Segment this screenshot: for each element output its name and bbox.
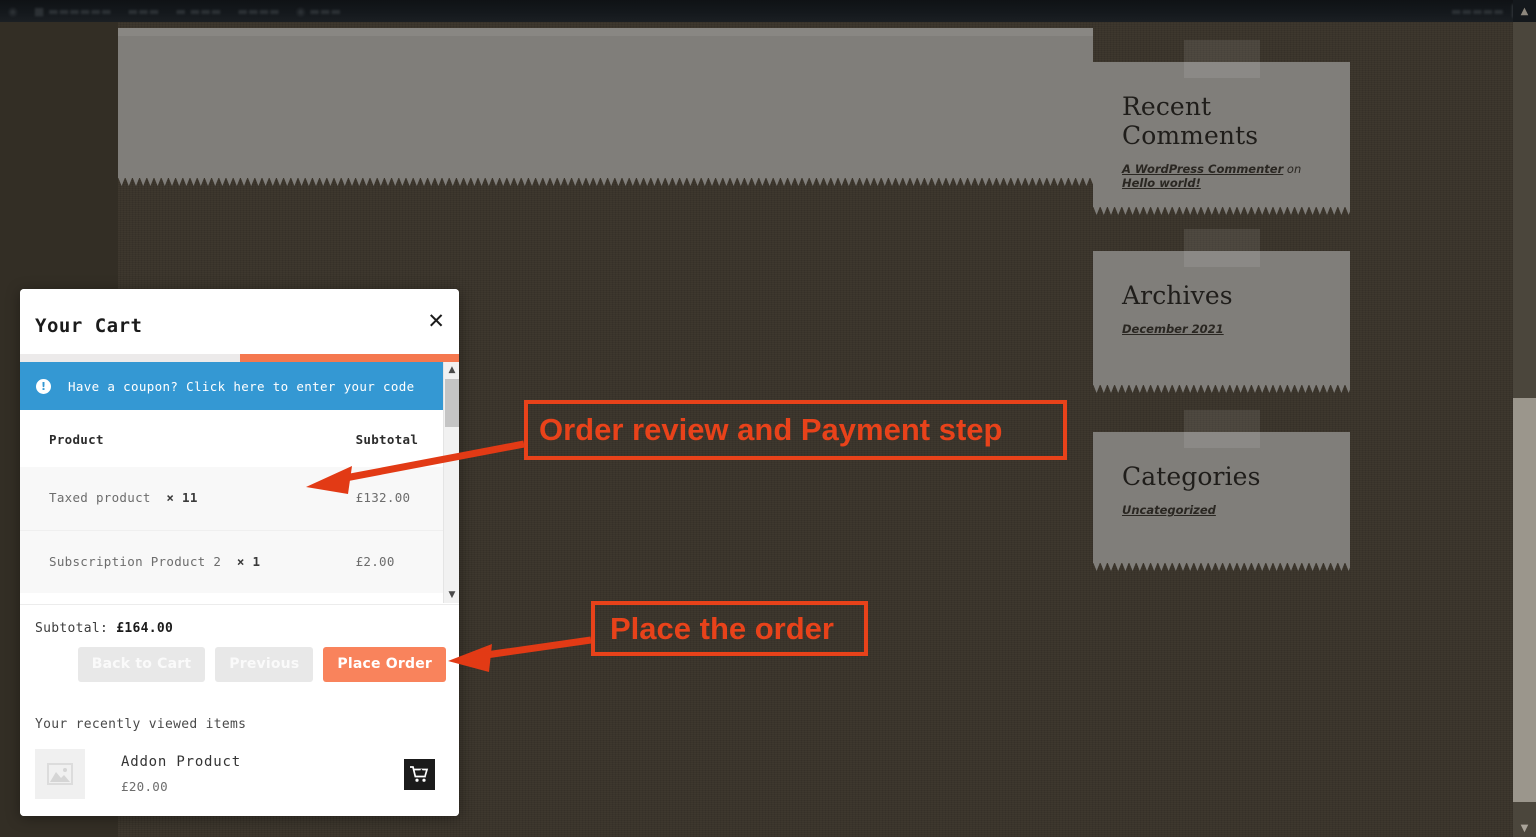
page-scrollbar[interactable]: ▲ ▼	[1513, 0, 1536, 837]
scrollbar-up-arrow-icon[interactable]: ▲	[444, 362, 459, 378]
cart-title: Your Cart	[35, 315, 143, 337]
column-header-product: Product	[49, 432, 104, 447]
cart-subtotal-label: Subtotal:	[35, 621, 109, 636]
product-quantity: × 1	[236, 553, 261, 569]
placeholder-image-icon	[35, 749, 85, 799]
cart-footer: Subtotal: £164.00 Back to Cart Previous …	[20, 604, 459, 816]
comment-connector: on	[1283, 162, 1302, 176]
annotation-box-place-order: Place the order	[591, 601, 868, 656]
cell-product-subtotal: £132.00	[355, 490, 411, 505]
sidebar-widget-archives: Archives December 2021	[1093, 229, 1350, 393]
widget-zigzag-edge	[1093, 384, 1350, 393]
widget-body-archives: December 2021	[1093, 310, 1350, 336]
product-name[interactable]: Addon Product	[121, 754, 404, 770]
previous-button[interactable]: Previous	[215, 647, 314, 682]
widget-body-recent-comments: A WordPress Commenter on Hello world!	[1093, 150, 1350, 191]
scrollbar-down-arrow-icon[interactable]: ▼	[444, 587, 459, 603]
table-row: Subscription Product 2 × 1 £2.00	[20, 530, 443, 593]
list-item: Addon Product £20.00	[35, 743, 445, 805]
cart-review-table: Product Subtotal Taxed product × 11 £132…	[20, 410, 443, 593]
page-scrollbar-down-arrow-icon[interactable]: ▼	[1513, 819, 1536, 837]
sidebar-widget-recent-comments: Recent Comments A WordPress Commenter on…	[1093, 40, 1350, 215]
widget-title-archives: Archives	[1122, 281, 1233, 310]
cart-side-panel: Your Cart ✕ ! Have a coupon? Click here …	[20, 289, 459, 816]
content-block-sheen	[118, 28, 1093, 36]
place-order-button[interactable]: Place Order	[323, 647, 446, 682]
checkout-progress-bar	[20, 354, 459, 362]
product-name-text: Subscription Product 2	[49, 553, 222, 569]
coupon-notice[interactable]: ! Have a coupon? Click here to enter you…	[20, 362, 443, 410]
admin-bar-logo-icon[interactable]: ◉	[0, 5, 26, 18]
comment-author-link[interactable]: A WordPress Commenter	[1122, 162, 1283, 176]
widget-zigzag-edge	[1093, 206, 1350, 215]
cell-product-name: Taxed product × 11	[20, 467, 356, 530]
add-to-cart-icon[interactable]	[404, 758, 435, 790]
product-name-text: Taxed product	[49, 490, 151, 505]
annotation-box-order-review: Order review and Payment step	[524, 400, 1067, 460]
annotation-label: Place the order	[610, 610, 834, 646]
cart-action-buttons: Back to Cart Previous Place Order	[77, 647, 446, 682]
recently-viewed-item-info: Addon Product £20.00	[121, 754, 404, 794]
widget-zigzag-edge	[1093, 562, 1350, 571]
page-scrollbar-up-arrow-icon[interactable]: ▲	[1513, 2, 1536, 20]
back-to-cart-button[interactable]: Back to Cart	[77, 647, 206, 682]
widget-body-categories: Uncategorized	[1093, 491, 1350, 517]
product-quantity: × 11	[166, 490, 198, 505]
placeholder-image-glyph	[47, 763, 73, 785]
admin-bar-new[interactable]: ▬ ▬▬▬	[167, 5, 229, 18]
checkout-progress-fill	[239, 354, 459, 362]
close-icon[interactable]: ✕	[427, 311, 445, 332]
admin-bar-item-extra-2[interactable]: ◉ ▬▬▬	[288, 5, 349, 18]
admin-bar-item-extra-1[interactable]: ▬▬▬▬	[230, 5, 288, 18]
table-header-row: Product Subtotal	[20, 410, 443, 467]
content-block-zigzag-edge	[118, 177, 1093, 186]
column-header-subtotal: Subtotal	[355, 432, 419, 447]
cell-product-subtotal: £2.00	[355, 553, 395, 569]
info-icon: !	[36, 378, 51, 394]
cart-subtotal: Subtotal: £164.00	[20, 605, 459, 636]
widget-title-categories: Categories	[1122, 462, 1261, 491]
coupon-notice-text[interactable]: Have a coupon? Click here to enter your …	[68, 379, 415, 394]
recently-viewed-title: Your recently viewed items	[35, 717, 247, 732]
page-content-block	[118, 28, 1093, 186]
sidebar-widget-categories: Categories Uncategorized	[1093, 410, 1350, 571]
page-scrollbar-thumb[interactable]	[1513, 398, 1536, 802]
wordpress-admin-bar[interactable]: ◉ ■ ▬▬▬▬▬▬ ▬▬▬ ▬ ▬▬▬ ▬▬▬▬ ◉ ▬▬▬ ▬▬▬▬▬	[0, 0, 1536, 22]
cart-scroll-area: ! Have a coupon? Click here to enter you…	[20, 362, 459, 603]
cart-scrollbar[interactable]: ▲ ▼	[443, 362, 459, 603]
admin-bar-comments[interactable]: ▬▬▬	[120, 5, 168, 18]
admin-bar-site-name[interactable]: ■ ▬▬▬▬▬▬	[26, 5, 120, 18]
annotation-label: Order review and Payment step	[539, 412, 1003, 447]
cart-header: Your Cart ✕	[20, 289, 459, 353]
category-link-uncategorized[interactable]: Uncategorized	[1122, 503, 1216, 517]
scrollbar-thumb[interactable]	[445, 379, 459, 427]
product-price: £20.00	[121, 779, 168, 794]
archive-link-december-2021[interactable]: December 2021	[1122, 322, 1224, 336]
widget-title-recent-comments: Recent Comments	[1122, 92, 1259, 150]
comment-post-link[interactable]: Hello world!	[1122, 176, 1201, 190]
admin-bar-search[interactable]: ▬▬▬▬▬	[1443, 5, 1512, 18]
cart-subtotal-value: £164.00	[116, 621, 174, 636]
table-row: Taxed product × 11 £132.00	[20, 467, 443, 530]
cell-product-name: Subscription Product 2 × 1	[20, 530, 356, 593]
shopping-cart-plus-glyph	[410, 765, 429, 782]
